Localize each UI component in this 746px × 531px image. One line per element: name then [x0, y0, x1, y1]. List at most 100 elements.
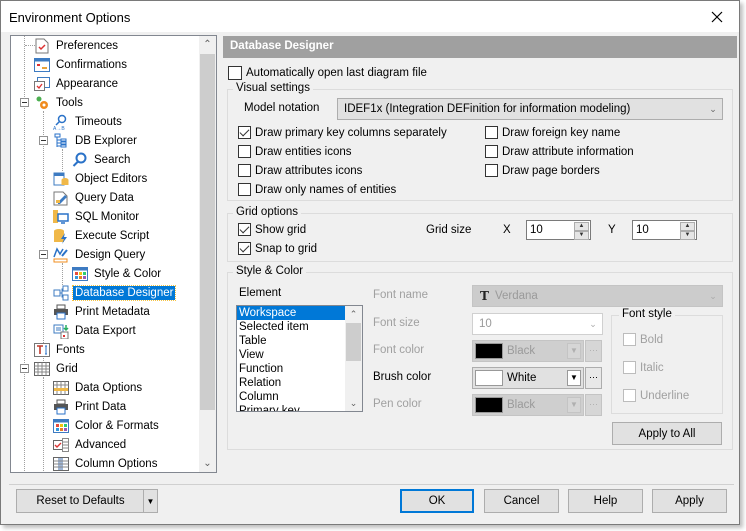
tree-item-database-designer[interactable]: Database Designer — [40, 283, 177, 302]
tree-item-style-color[interactable]: Style & Color — [59, 264, 163, 283]
data-options-icon — [53, 380, 69, 396]
scroll-up-icon[interactable]: ⌃ — [199, 36, 216, 53]
panel-header: Database Designer — [223, 36, 737, 58]
dropdown-arrow-icon[interactable]: ▼ — [567, 370, 581, 386]
tree-item-appearance[interactable]: Appearance — [21, 74, 120, 93]
list-item[interactable]: Primary key — [237, 404, 345, 411]
list-item[interactable]: Selected item — [237, 320, 345, 334]
tree-item-db-explorer[interactable]: DB Explorer — [39, 131, 139, 150]
tree-item-object-editors[interactable]: Object Editors — [40, 169, 149, 188]
list-item[interactable]: Column — [237, 390, 345, 404]
reset-to-defaults-button[interactable]: Reset to Defaults — [16, 489, 144, 513]
grid-size-label: Grid size — [426, 224, 472, 236]
scroll-down-icon[interactable]: ⌄ — [345, 395, 362, 411]
help-button[interactable]: Help — [568, 489, 643, 513]
tree-scroll-thumb[interactable] — [200, 54, 215, 410]
tree-item-grid[interactable]: Grid — [20, 359, 80, 378]
tree-item-timeouts[interactable]: A→B Timeouts — [40, 112, 124, 131]
draw-entities-icons-checkbox[interactable]: Draw entities icons — [238, 145, 352, 158]
scroll-down-icon[interactable]: ⌄ — [199, 455, 216, 472]
show-grid-checkbox[interactable]: Show grid — [238, 223, 306, 236]
brush-color-label: Brush color — [373, 371, 432, 383]
tree-item-preferences[interactable]: Preferences — [21, 36, 120, 55]
draw-page-borders-checkbox[interactable]: Draw page borders — [485, 164, 600, 177]
spin-down-icon[interactable]: ▼ — [574, 231, 589, 240]
draw-only-names-checkbox[interactable]: Draw only names of entities — [238, 183, 396, 196]
list-item[interactable]: Function — [237, 362, 345, 376]
dropdown-arrow-icon: ▼ — [146, 496, 155, 506]
dropdown-arrow-icon[interactable]: ▼ — [567, 397, 581, 413]
spin-down-icon[interactable]: ▼ — [680, 231, 695, 240]
tree-item-execute-script[interactable]: Execute Script — [40, 226, 151, 245]
tree-item-data-export[interactable]: Data Export — [40, 321, 138, 340]
svg-text:A→B: A→B — [53, 126, 65, 130]
grid-x-spinner[interactable]: 10 ▲ ▼ — [526, 220, 591, 240]
tree-item-print-data[interactable]: Print Data — [40, 397, 128, 416]
reset-options-dropdown[interactable]: ▼ — [143, 489, 158, 513]
list-item[interactable]: Workspace — [237, 306, 345, 320]
draw-attributes-icons-checkbox[interactable]: Draw attributes icons — [238, 164, 362, 177]
bold-checkbox[interactable]: Bold — [623, 333, 663, 346]
apply-button[interactable]: Apply — [652, 489, 727, 513]
draw-attribute-info-checkbox[interactable]: Draw attribute information — [485, 145, 634, 158]
draw-pk-separately-checkbox[interactable]: Draw primary key columns separately — [238, 126, 447, 139]
auto-open-checkbox[interactable]: Automatically open last diagram file — [228, 66, 427, 80]
font-color-picker[interactable]: Black ▼ ⋯ — [472, 340, 602, 362]
tree-item-confirmations[interactable]: Confirmations — [21, 55, 129, 74]
collapse-tools-toggle[interactable] — [20, 98, 29, 107]
object-editors-icon — [53, 171, 69, 187]
font-color-swatch — [475, 343, 503, 359]
model-notation-select[interactable]: IDEF1x (Integration DEFinition for infor… — [337, 98, 723, 120]
pen-color-picker[interactable]: Black ▼ ⋯ — [472, 394, 602, 416]
font-size-select[interactable]: 10 ⌄ — [472, 313, 603, 335]
italic-checkbox[interactable]: Italic — [623, 361, 664, 374]
tree-item-search[interactable]: Search — [59, 150, 132, 169]
spin-up-icon[interactable]: ▲ — [574, 222, 589, 231]
collapse-grid-toggle[interactable] — [20, 364, 29, 373]
tree-item-column-options[interactable]: Column Options — [40, 454, 159, 472]
tree-item-sql-monitor[interactable]: SQL Monitor — [40, 207, 141, 226]
font-size-label: Font size — [373, 317, 420, 329]
close-button[interactable] — [695, 1, 739, 32]
draw-fk-name-checkbox[interactable]: Draw foreign key name — [485, 126, 620, 139]
tree-item-tools[interactable]: Tools — [20, 93, 85, 112]
tree-item-data-options[interactable]: Data Options — [40, 378, 144, 397]
underline-checkbox[interactable]: Underline — [623, 389, 689, 402]
list-item[interactable]: Relation — [237, 376, 345, 390]
apply-to-all-button[interactable]: Apply to All — [612, 422, 722, 445]
ellipsis-icon[interactable]: ⋯ — [585, 367, 602, 389]
column-options-icon — [53, 456, 69, 472]
appearance-icon — [34, 76, 50, 92]
element-listbox[interactable]: Workspace Selected item Table View Funct… — [236, 305, 363, 412]
element-list-scrollbar[interactable]: ⌃ ⌄ — [345, 306, 362, 411]
list-item[interactable]: Table — [237, 334, 345, 348]
dropdown-arrow-icon[interactable]: ▼ — [567, 343, 581, 359]
tree-item-query-data[interactable]: Query Data — [40, 188, 136, 207]
chevron-down-icon: ⌄ — [589, 318, 597, 329]
database-designer-icon — [53, 285, 69, 301]
font-name-select[interactable]: T Verdana ⌄ — [472, 285, 723, 307]
ellipsis-icon[interactable]: ⋯ — [585, 394, 602, 416]
tree-item-print-metadata[interactable]: Print Metadata — [40, 302, 152, 321]
brush-color-picker[interactable]: White ▼ ⋯ — [472, 367, 602, 389]
ok-button[interactable]: OK — [400, 489, 474, 513]
scroll-up-icon[interactable]: ⌃ — [345, 306, 362, 322]
tree-scrollbar[interactable]: ⌃ ⌄ — [199, 36, 216, 472]
cancel-button[interactable]: Cancel — [484, 489, 559, 513]
tree-item-advanced[interactable]: Advanced — [40, 435, 128, 454]
tree-item-color-formats[interactable]: Color & Formats — [40, 416, 161, 435]
tree-item-design-query[interactable]: Design Query — [39, 245, 147, 264]
element-list-scroll-thumb[interactable] — [346, 323, 361, 361]
element-label: Element — [239, 287, 282, 299]
spin-up-icon[interactable]: ▲ — [680, 222, 695, 231]
tree-item-fonts[interactable]: Fonts — [21, 340, 87, 359]
collapse-design-query-toggle[interactable] — [39, 250, 48, 259]
panel-title: Database Designer — [230, 40, 334, 52]
grid-y-spinner[interactable]: 10 ▲ ▼ — [632, 220, 697, 240]
model-notation-label: Model notation — [244, 102, 320, 114]
color-formats-icon — [53, 418, 69, 434]
list-item[interactable]: View — [237, 348, 345, 362]
snap-to-grid-checkbox[interactable]: Snap to grid — [238, 242, 317, 255]
ellipsis-icon[interactable]: ⋯ — [585, 340, 602, 362]
collapse-db-explorer-toggle[interactable] — [39, 136, 48, 145]
